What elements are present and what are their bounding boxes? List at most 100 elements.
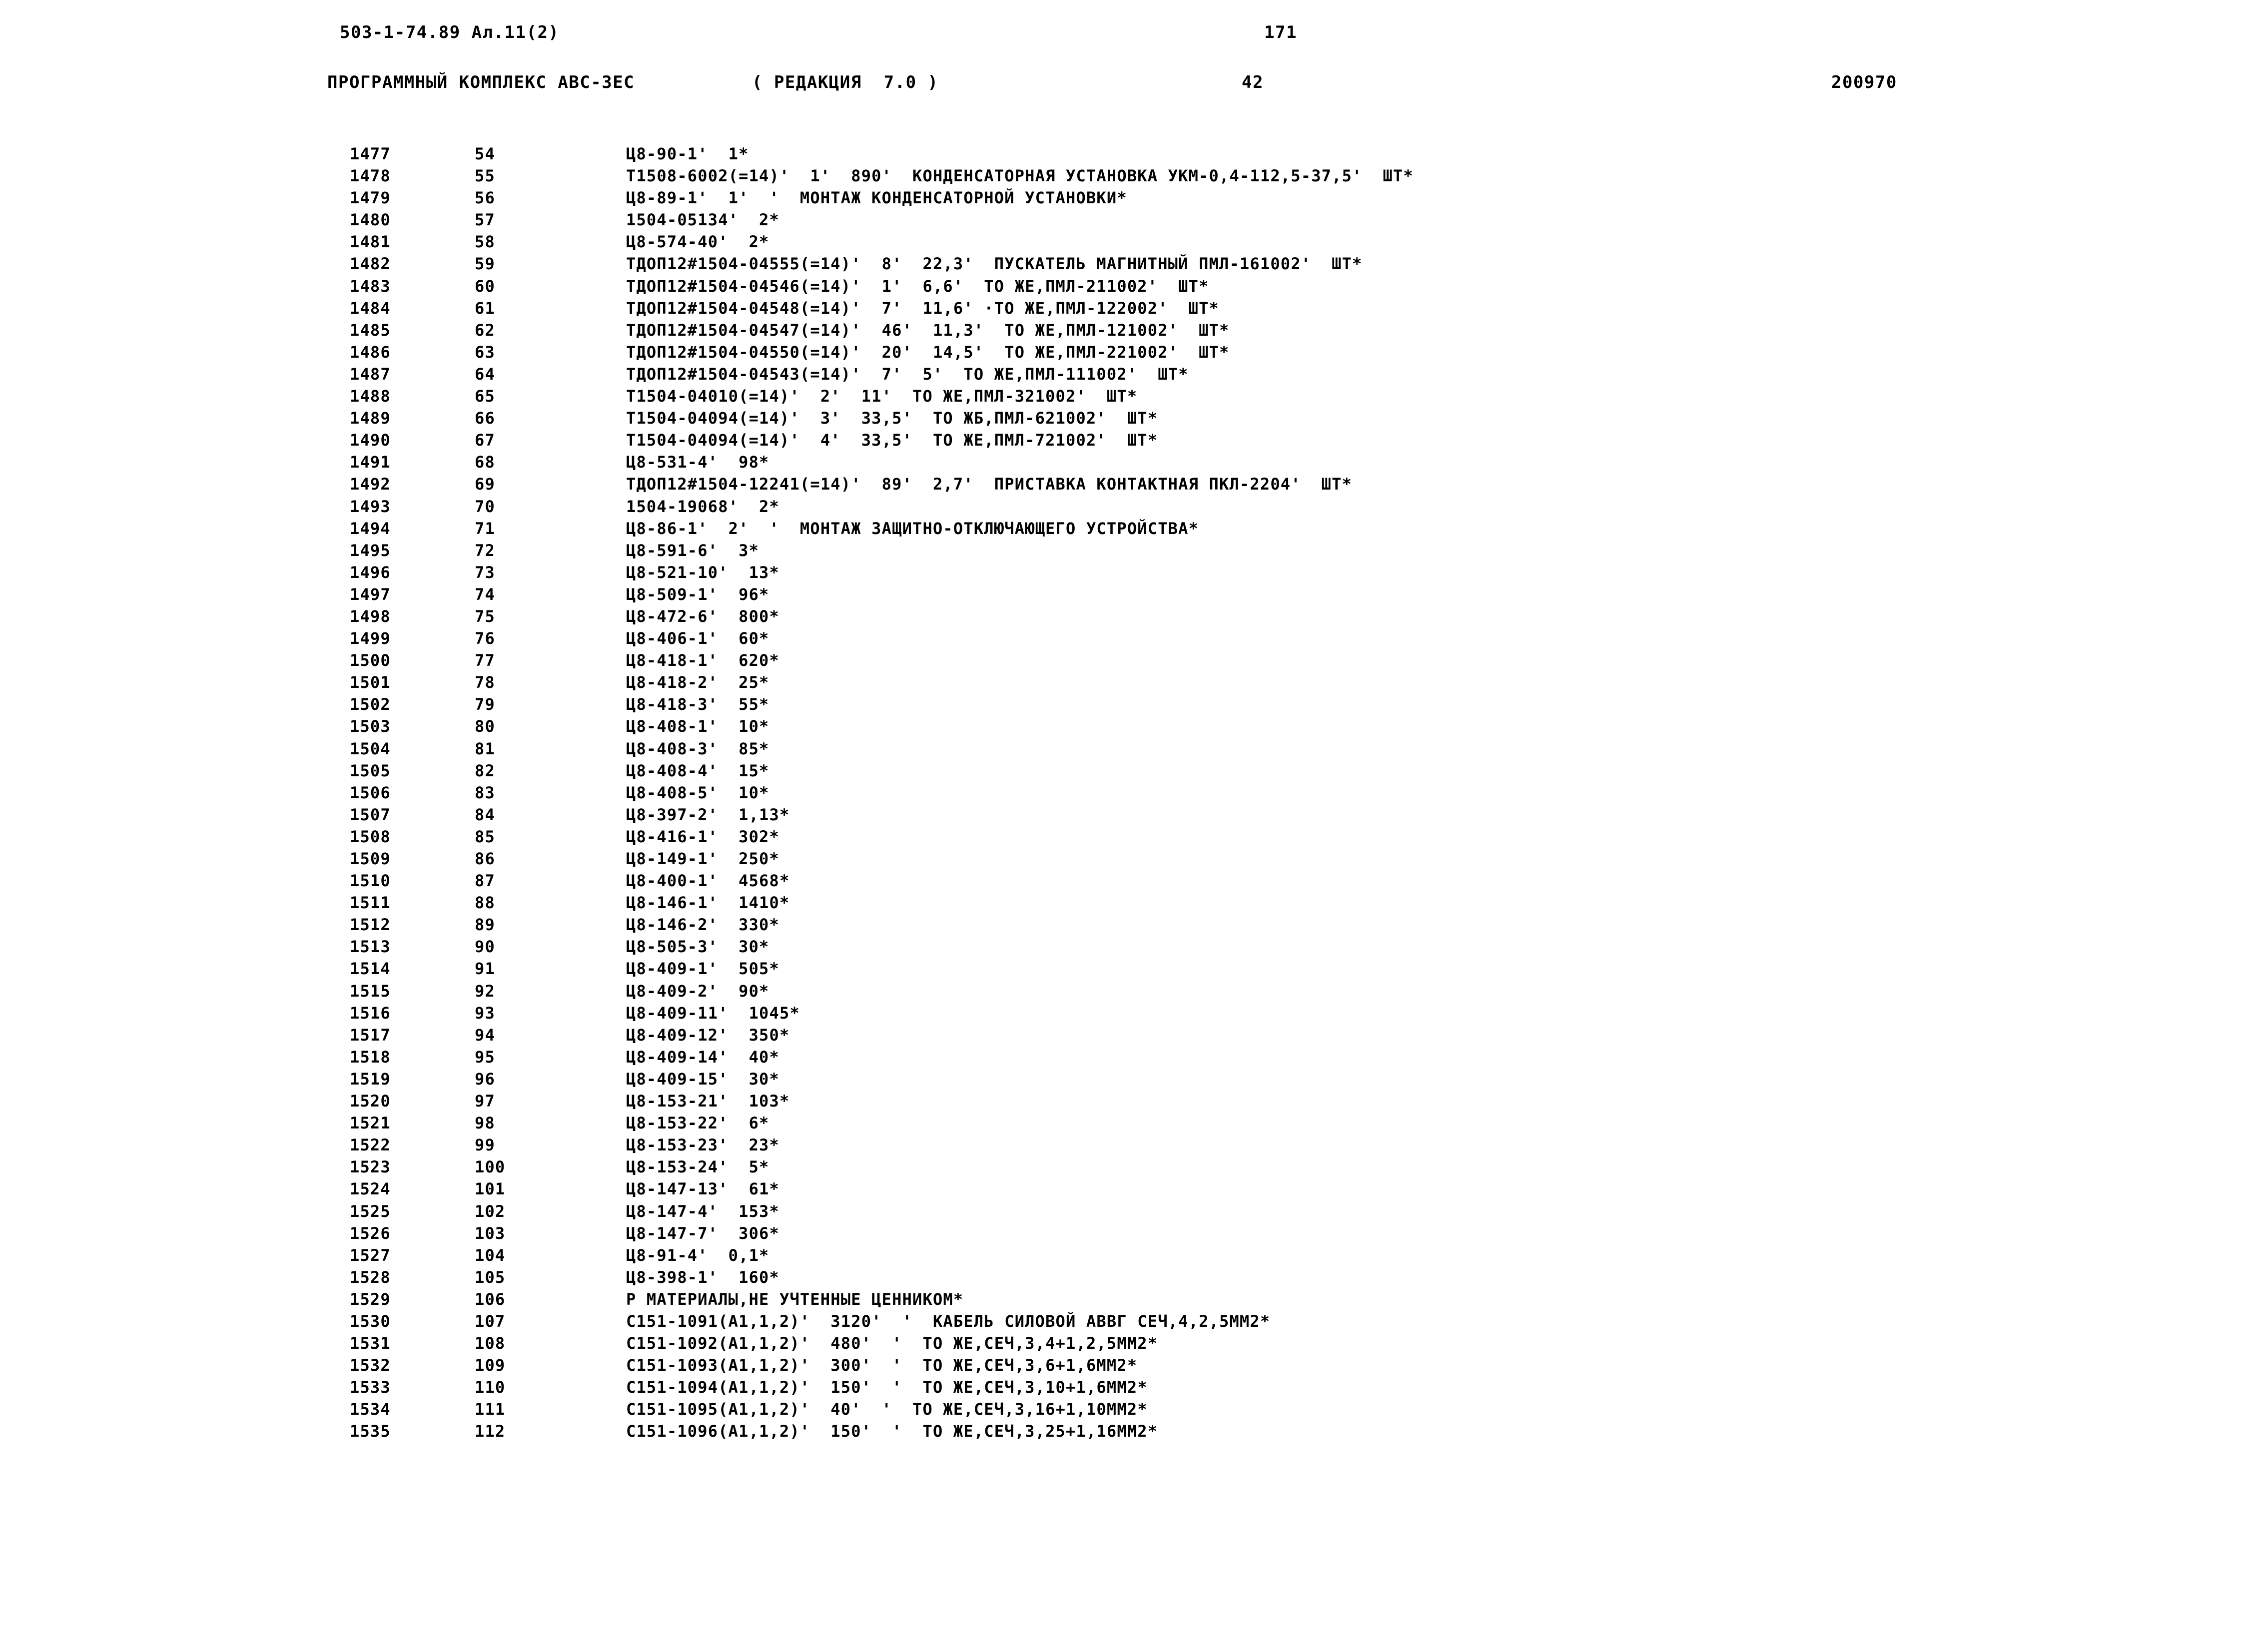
row-record-text: 1504-19068' 2* <box>626 497 779 516</box>
table-row: 1529 106 Р МАТЕРИАЛЫ,НЕ УЧТЕННЫЕ ЦЕННИКОМ* <box>0 1288 2243 1310</box>
row-record-text: Ц8-89-1' 1' ' МОНТАЖ КОНДЕНСАТОРНОЙ УСТА… <box>626 188 1127 208</box>
table-row: 1492 69 ТДОП12#1504-12241(=14)' 89' 2,7' П… <box>0 473 2243 495</box>
row-record-text: Ц8-153-24' 5* <box>626 1157 769 1177</box>
row-record-text: ТДОП12#1504-04546(=14)' 1' 6,6' ТО ЖЕ,ПМ… <box>626 276 1209 296</box>
row-line-number: 1479 <box>350 188 391 208</box>
row-sequence-number: 56 <box>475 188 495 208</box>
row-sequence-number: 88 <box>475 893 495 913</box>
table-row: 1505 82 Ц8-408-4' 15* <box>0 760 2243 782</box>
row-sequence-number: 67 <box>475 431 495 450</box>
row-sequence-number: 70 <box>475 497 495 516</box>
row-record-text: Ц8-408-3' 85* <box>626 739 769 758</box>
row-sequence-number: 111 <box>475 1400 506 1419</box>
table-row: 1504 81 Ц8-408-3' 85* <box>0 738 2243 760</box>
table-row: 1532 109 С151-1093(А1,1,2)' 300' ' ТО ЖЕ,С… <box>0 1354 2243 1376</box>
row-sequence-number: 87 <box>475 871 495 891</box>
system-title: ПРОГРАММНЫЙ КОМПЛЕКС АВС-3ЕС <box>327 72 635 92</box>
row-line-number: 1484 <box>350 298 391 318</box>
row-sequence-number: 77 <box>475 651 495 670</box>
date-code: 200970 <box>1831 72 1897 92</box>
row-line-number: 1488 <box>350 387 391 406</box>
row-record-text: Ц8-416-1' 302* <box>626 827 779 846</box>
row-sequence-number: 72 <box>475 541 495 560</box>
table-row: 1510 87 Ц8-400-1' 4568* <box>0 870 2243 892</box>
row-record-text: ТДОП12#1504-04547(=14)' 46' 11,3' ТО ЖЕ,… <box>626 320 1230 340</box>
row-record-text: Р МАТЕРИАЛЫ,НЕ УЧТЕННЫЕ ЦЕННИКОМ* <box>626 1289 964 1309</box>
table-row: 1528 105 Ц8-398-1' 160* <box>0 1266 2243 1288</box>
row-line-number: 1533 <box>350 1378 391 1397</box>
table-row: 1523 100 Ц8-153-24' 5* <box>0 1156 2243 1178</box>
row-sequence-number: 99 <box>475 1135 495 1155</box>
table-row: 1488 65 Т1504-04010(=14)' 2' 11' ТО ЖЕ,ПМЛ… <box>0 385 2243 407</box>
row-line-number: 1534 <box>350 1400 391 1419</box>
row-sequence-number: 79 <box>475 695 495 714</box>
row-record-text: Ц8-521-10' 13* <box>626 562 779 582</box>
row-line-number: 1507 <box>350 805 391 824</box>
row-record-text: Ц8-406-1' 60* <box>626 629 769 648</box>
row-line-number: 1505 <box>350 761 391 780</box>
table-row: 1484 61 ТДОП12#1504-04548(=14)' 7' 11,6' ·… <box>0 297 2243 319</box>
row-record-text: ТДОП12#1504-04555(=14)' 8' 22,3' ПУСКАТЕ… <box>626 254 1363 274</box>
row-line-number: 1480 <box>350 210 391 230</box>
table-row: 1511 88 Ц8-146-1' 1410* <box>0 892 2243 914</box>
row-sequence-number: 68 <box>475 453 495 472</box>
row-record-text: Ц8-574-40' 2* <box>626 232 769 252</box>
row-record-text: Ц8-591-6' 3* <box>626 541 759 560</box>
table-row: 1495 72 Ц8-591-6' 3* <box>0 540 2243 561</box>
row-line-number: 1502 <box>350 695 391 714</box>
row-line-number: 1503 <box>350 717 391 736</box>
row-line-number: 1482 <box>350 254 391 274</box>
row-line-number: 1535 <box>350 1422 391 1441</box>
table-row: 1515 92 Ц8-409-2' 90* <box>0 980 2243 1002</box>
row-record-text: Ц8-531-4' 98* <box>626 453 769 472</box>
row-sequence-number: 73 <box>475 562 495 582</box>
row-record-text: Ц8-153-23' 23* <box>626 1135 779 1155</box>
row-line-number: 1516 <box>350 1003 391 1023</box>
table-row: 1485 62 ТДОП12#1504-04547(=14)' 46' 11,3' … <box>0 319 2243 341</box>
row-sequence-number: 98 <box>475 1113 495 1133</box>
table-row: 1518 95 Ц8-409-14' 40* <box>0 1046 2243 1068</box>
table-row: 1501 78 Ц8-418-2' 25* <box>0 671 2243 693</box>
row-sequence-number: 66 <box>475 409 495 428</box>
row-record-text: Ц8-147-4' 153* <box>626 1201 779 1221</box>
row-sequence-number: 100 <box>475 1157 506 1177</box>
table-row: 1507 84 Ц8-397-2' 1,13* <box>0 804 2243 826</box>
row-record-text: Т1504-04010(=14)' 2' 11' ТО ЖЕ,ПМЛ-32100… <box>626 387 1138 406</box>
row-record-text: Ц8-153-21' 103* <box>626 1092 790 1111</box>
table-row: 1530 107 С151-1091(А1,1,2)' 3120' ' КАБЕЛЬ… <box>0 1310 2243 1332</box>
row-record-text: Ц8-147-7' 306* <box>626 1223 779 1243</box>
row-sequence-number: 94 <box>475 1025 495 1045</box>
row-line-number: 1513 <box>350 937 391 957</box>
row-record-text: Ц8-400-1' 4568* <box>626 871 790 891</box>
row-record-text: Ц8-509-1' 96* <box>626 584 769 604</box>
table-row: 1502 79 Ц8-418-3' 55* <box>0 693 2243 715</box>
table-row: 1496 73 Ц8-521-10' 13* <box>0 561 2243 583</box>
row-sequence-number: 110 <box>475 1378 506 1397</box>
table-row: 1519 96 Ц8-409-15' 30* <box>0 1068 2243 1090</box>
row-record-text: С151-1092(А1,1,2)' 480' ' ТО ЖЕ,СЕЧ,3,4+… <box>626 1334 1158 1353</box>
row-sequence-number: 82 <box>475 761 495 780</box>
table-row: 1497 74 Ц8-509-1' 96* <box>0 583 2243 605</box>
row-line-number: 1519 <box>350 1069 391 1089</box>
row-sequence-number: 102 <box>475 1201 506 1221</box>
table-row: 1490 67 Т1504-04094(=14)' 4' 33,5' ТО ЖЕ,П… <box>0 429 2243 451</box>
table-row: 1489 66 Т1504-04094(=14)' 3' 33,5' ТО ЖБ,П… <box>0 407 2243 429</box>
table-row: 1491 68 Ц8-531-4' 98* <box>0 451 2243 473</box>
row-sequence-number: 78 <box>475 673 495 692</box>
row-sequence-number: 69 <box>475 475 495 494</box>
row-sequence-number: 86 <box>475 849 495 868</box>
row-line-number: 1532 <box>350 1356 391 1375</box>
table-row: 1503 80 Ц8-408-1' 10* <box>0 715 2243 737</box>
row-record-text: Ц8-398-1' 160* <box>626 1267 779 1287</box>
row-record-text: Ц8-146-1' 1410* <box>626 893 790 913</box>
sheet-number: 42 <box>1242 72 1264 92</box>
table-row: 1525 102 Ц8-147-4' 153* <box>0 1200 2243 1222</box>
table-row: 1508 85 Ц8-416-1' 302* <box>0 826 2243 848</box>
row-sequence-number: 80 <box>475 717 495 736</box>
row-line-number: 1499 <box>350 629 391 648</box>
row-line-number: 1514 <box>350 959 391 979</box>
row-sequence-number: 59 <box>475 254 495 274</box>
table-row: 1506 83 Ц8-408-5' 10* <box>0 782 2243 804</box>
row-line-number: 1490 <box>350 431 391 450</box>
row-line-number: 1493 <box>350 497 391 516</box>
